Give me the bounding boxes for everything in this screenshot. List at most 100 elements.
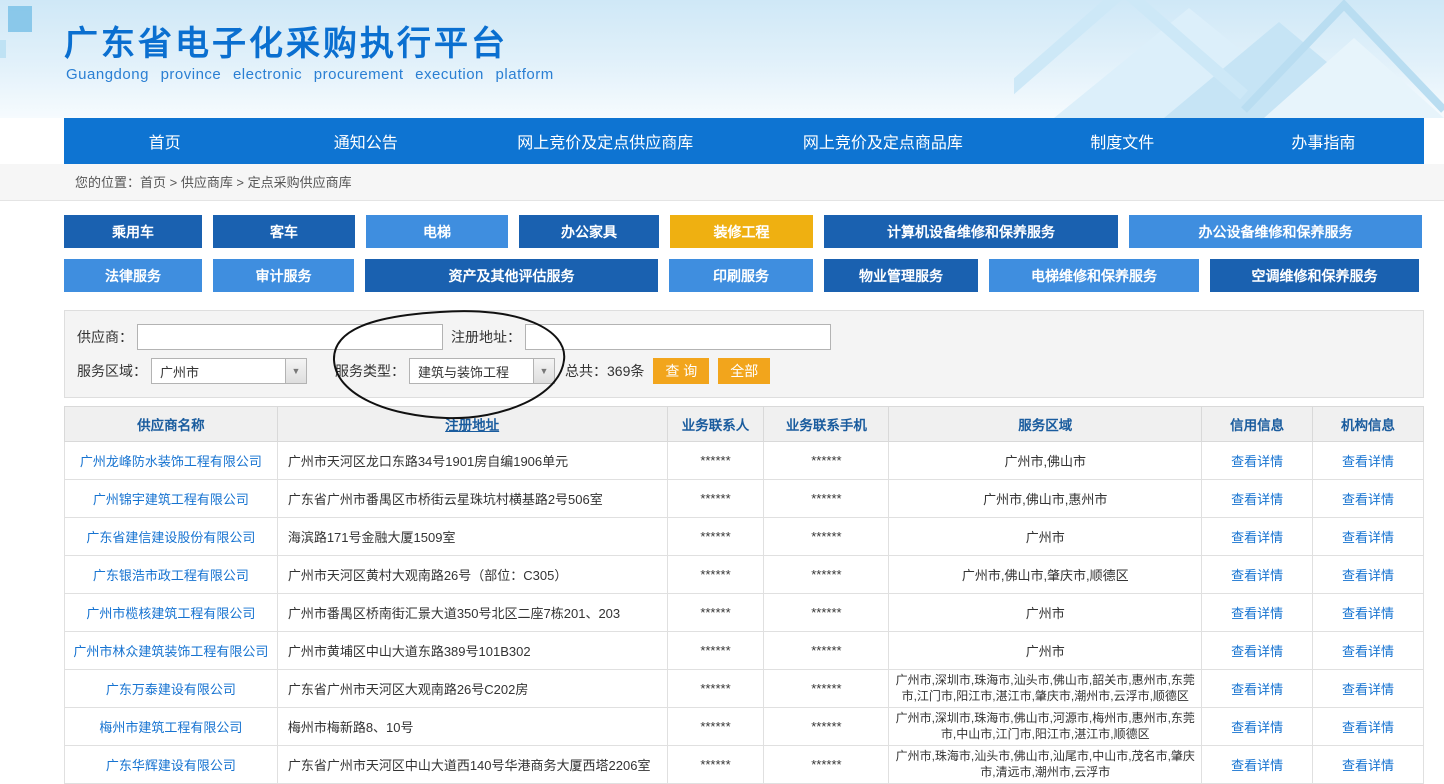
all-button[interactable]: 全部 [718, 358, 770, 384]
supplier-name-link[interactable]: 广州市林众建筑装饰工程有限公司 [73, 644, 268, 659]
phone-cell: ****** [764, 746, 889, 784]
nav-item-4[interactable]: 网上竞价及定点商品库 [744, 118, 1022, 164]
credit-detail-link[interactable]: 查看详情 [1231, 758, 1283, 773]
table-row: 梅州市建筑工程有限公司梅州市梅新路8、10号************广州市,深圳… [65, 708, 1424, 746]
supplier-name-link[interactable]: 广州市榄核建筑工程有限公司 [86, 606, 255, 621]
org-detail-link[interactable]: 查看详情 [1342, 682, 1394, 697]
org-detail-link[interactable]: 查看详情 [1342, 454, 1394, 469]
table-row: 广州龙峰防水装饰工程有限公司广州市天河区龙口东路34号1901房自编1906单元… [65, 442, 1424, 480]
supplier-name-cell: 广东华辉建设有限公司 [65, 746, 278, 784]
nav-item-5[interactable]: 制度文件 [1022, 118, 1223, 164]
nav-item-1[interactable]: 首页 [64, 118, 265, 164]
credit-detail-link[interactable]: 查看详情 [1231, 682, 1283, 697]
address-input[interactable] [525, 324, 831, 350]
credit-detail-link[interactable]: 查看详情 [1231, 568, 1283, 583]
supplier-name-link[interactable]: 广东省建信建设股份有限公司 [86, 530, 255, 545]
contact-cell: ****** [667, 518, 764, 556]
credit-detail-link[interactable]: 查看详情 [1231, 530, 1283, 545]
region-label: 服务区域： [77, 361, 147, 381]
org-detail-link[interactable]: 查看详情 [1342, 720, 1394, 735]
org-detail-link[interactable]: 查看详情 [1342, 758, 1394, 773]
org-detail-link[interactable]: 查看详情 [1342, 606, 1394, 621]
category-button-row1-3[interactable]: 电梯 [366, 215, 508, 248]
supplier-name-cell: 广州龙峰防水装饰工程有限公司 [65, 442, 278, 480]
supplier-name-link[interactable]: 广东银浩市政工程有限公司 [93, 568, 249, 583]
region-cell: 广州市,佛山市,惠州市 [889, 480, 1202, 518]
category-button-row1-2[interactable]: 客车 [213, 215, 355, 248]
credit-detail-link[interactable]: 查看详情 [1231, 606, 1283, 621]
org-info-cell: 查看详情 [1313, 518, 1424, 556]
org-detail-link[interactable]: 查看详情 [1342, 568, 1394, 583]
org-detail-link[interactable]: 查看详情 [1342, 644, 1394, 659]
region-cell: 广州市,深圳市,珠海市,佛山市,河源市,梅州市,惠州市,东莞市,中山市,江门市,… [889, 708, 1202, 746]
credit-detail-link[interactable]: 查看详情 [1231, 454, 1283, 469]
supplier-name-cell: 广州市林众建筑装饰工程有限公司 [65, 632, 278, 670]
type-select[interactable]: 建筑与装饰工程 ▼ [409, 358, 555, 384]
contact-cell: ****** [667, 594, 764, 632]
contact-cell: ****** [667, 746, 764, 784]
address-cell: 广州市天河区龙口东路34号1901房自编1906单元 [277, 442, 667, 480]
region-cell: 广州市 [889, 594, 1202, 632]
credit-detail-link[interactable]: 查看详情 [1231, 720, 1283, 735]
supplier-name-cell: 广东银浩市政工程有限公司 [65, 556, 278, 594]
category-button-row1-7[interactable]: 办公设备维修和保养服务 [1129, 215, 1422, 248]
category-button-row1-4[interactable]: 办公家具 [519, 215, 659, 248]
category-button-row2-5[interactable]: 物业管理服务 [824, 259, 978, 292]
supplier-name-link[interactable]: 广州锦宇建筑工程有限公司 [93, 492, 249, 507]
type-select-arrow-button[interactable]: ▼ [533, 359, 554, 383]
supplier-label: 供应商： [77, 327, 133, 347]
address-cell: 广东省广州市天河区中山大道西140号华港商务大厦西塔2206室 [277, 746, 667, 784]
category-button-row1-6[interactable]: 计算机设备维修和保养服务 [824, 215, 1118, 248]
search-button[interactable]: 查 询 [653, 358, 709, 384]
category-button-row2-2[interactable]: 审计服务 [213, 259, 354, 292]
org-info-cell: 查看详情 [1313, 442, 1424, 480]
credit-detail-link[interactable]: 查看详情 [1231, 644, 1283, 659]
org-info-cell: 查看详情 [1313, 594, 1424, 632]
filter-row-text: 供应商： 注册地址： [77, 323, 1423, 351]
supplier-input[interactable] [137, 324, 443, 350]
credit-info-cell: 查看详情 [1202, 746, 1313, 784]
address-cell: 广东省广州市番禺区市桥街云星珠坑村横基路2号506室 [277, 480, 667, 518]
contact-cell: ****** [667, 632, 764, 670]
category-button-row2-3[interactable]: 资产及其他评估服务 [365, 259, 658, 292]
table-header-row: 供应商名称注册地址业务联系人业务联系手机服务区域信用信息机构信息 [65, 407, 1424, 442]
phone-cell: ****** [764, 480, 889, 518]
category-button-row2-7[interactable]: 空调维修和保养服务 [1210, 259, 1419, 292]
org-info-cell: 查看详情 [1313, 480, 1424, 518]
supplier-name-link[interactable]: 广东华辉建设有限公司 [106, 758, 236, 773]
region-cell: 广州市,佛山市,肇庆市,顺德区 [889, 556, 1202, 594]
nav-item-6[interactable]: 办事指南 [1223, 118, 1424, 164]
site-header: 广东省电子化采购执行平台 Guangdong province electron… [0, 0, 1444, 118]
category-button-row2-1[interactable]: 法律服务 [64, 259, 202, 292]
credit-info-cell: 查看详情 [1202, 670, 1313, 708]
supplier-name-cell: 广州市榄核建筑工程有限公司 [65, 594, 278, 632]
nav-item-2[interactable]: 通知公告 [265, 118, 466, 164]
type-select-value: 建筑与装饰工程 [418, 362, 509, 381]
category-button-row1-1[interactable]: 乘用车 [64, 215, 202, 248]
page-subtitle: Guangdong province electronic procuremen… [66, 66, 554, 83]
contact-cell: ****** [667, 670, 764, 708]
supplier-name-link[interactable]: 广州龙峰防水装饰工程有限公司 [80, 454, 262, 469]
org-detail-link[interactable]: 查看详情 [1342, 492, 1394, 507]
type-label: 服务类型： [335, 361, 405, 381]
nav-item-3[interactable]: 网上竞价及定点供应商库 [466, 118, 744, 164]
category-button-row1-5[interactable]: 装修工程 [670, 215, 813, 248]
region-cell: 广州市,佛山市 [889, 442, 1202, 480]
supplier-table: 供应商名称注册地址业务联系人业务联系手机服务区域信用信息机构信息 广州龙峰防水装… [64, 406, 1424, 784]
column-header-2[interactable]: 注册地址 [277, 407, 667, 442]
address-cell: 海滨路171号金融大厦1509室 [277, 518, 667, 556]
supplier-name-cell: 广东万泰建设有限公司 [65, 670, 278, 708]
org-detail-link[interactable]: 查看详情 [1342, 530, 1394, 545]
credit-detail-link[interactable]: 查看详情 [1231, 492, 1283, 507]
supplier-name-link[interactable]: 梅州市建筑工程有限公司 [99, 720, 242, 735]
region-select-arrow-button[interactable]: ▼ [285, 359, 306, 383]
breadcrumb: 您的位置：首页 > 供应商库 > 定点采购供应商库 [0, 164, 1444, 201]
org-info-cell: 查看详情 [1313, 708, 1424, 746]
supplier-name-link[interactable]: 广东万泰建设有限公司 [106, 682, 236, 697]
category-button-row2-4[interactable]: 印刷服务 [669, 259, 813, 292]
credit-info-cell: 查看详情 [1202, 480, 1313, 518]
region-select[interactable]: 广州市 ▼ [151, 358, 307, 384]
credit-info-cell: 查看详情 [1202, 594, 1313, 632]
supplier-name-cell: 广东省建信建设股份有限公司 [65, 518, 278, 556]
category-button-row2-6[interactable]: 电梯维修和保养服务 [989, 259, 1199, 292]
